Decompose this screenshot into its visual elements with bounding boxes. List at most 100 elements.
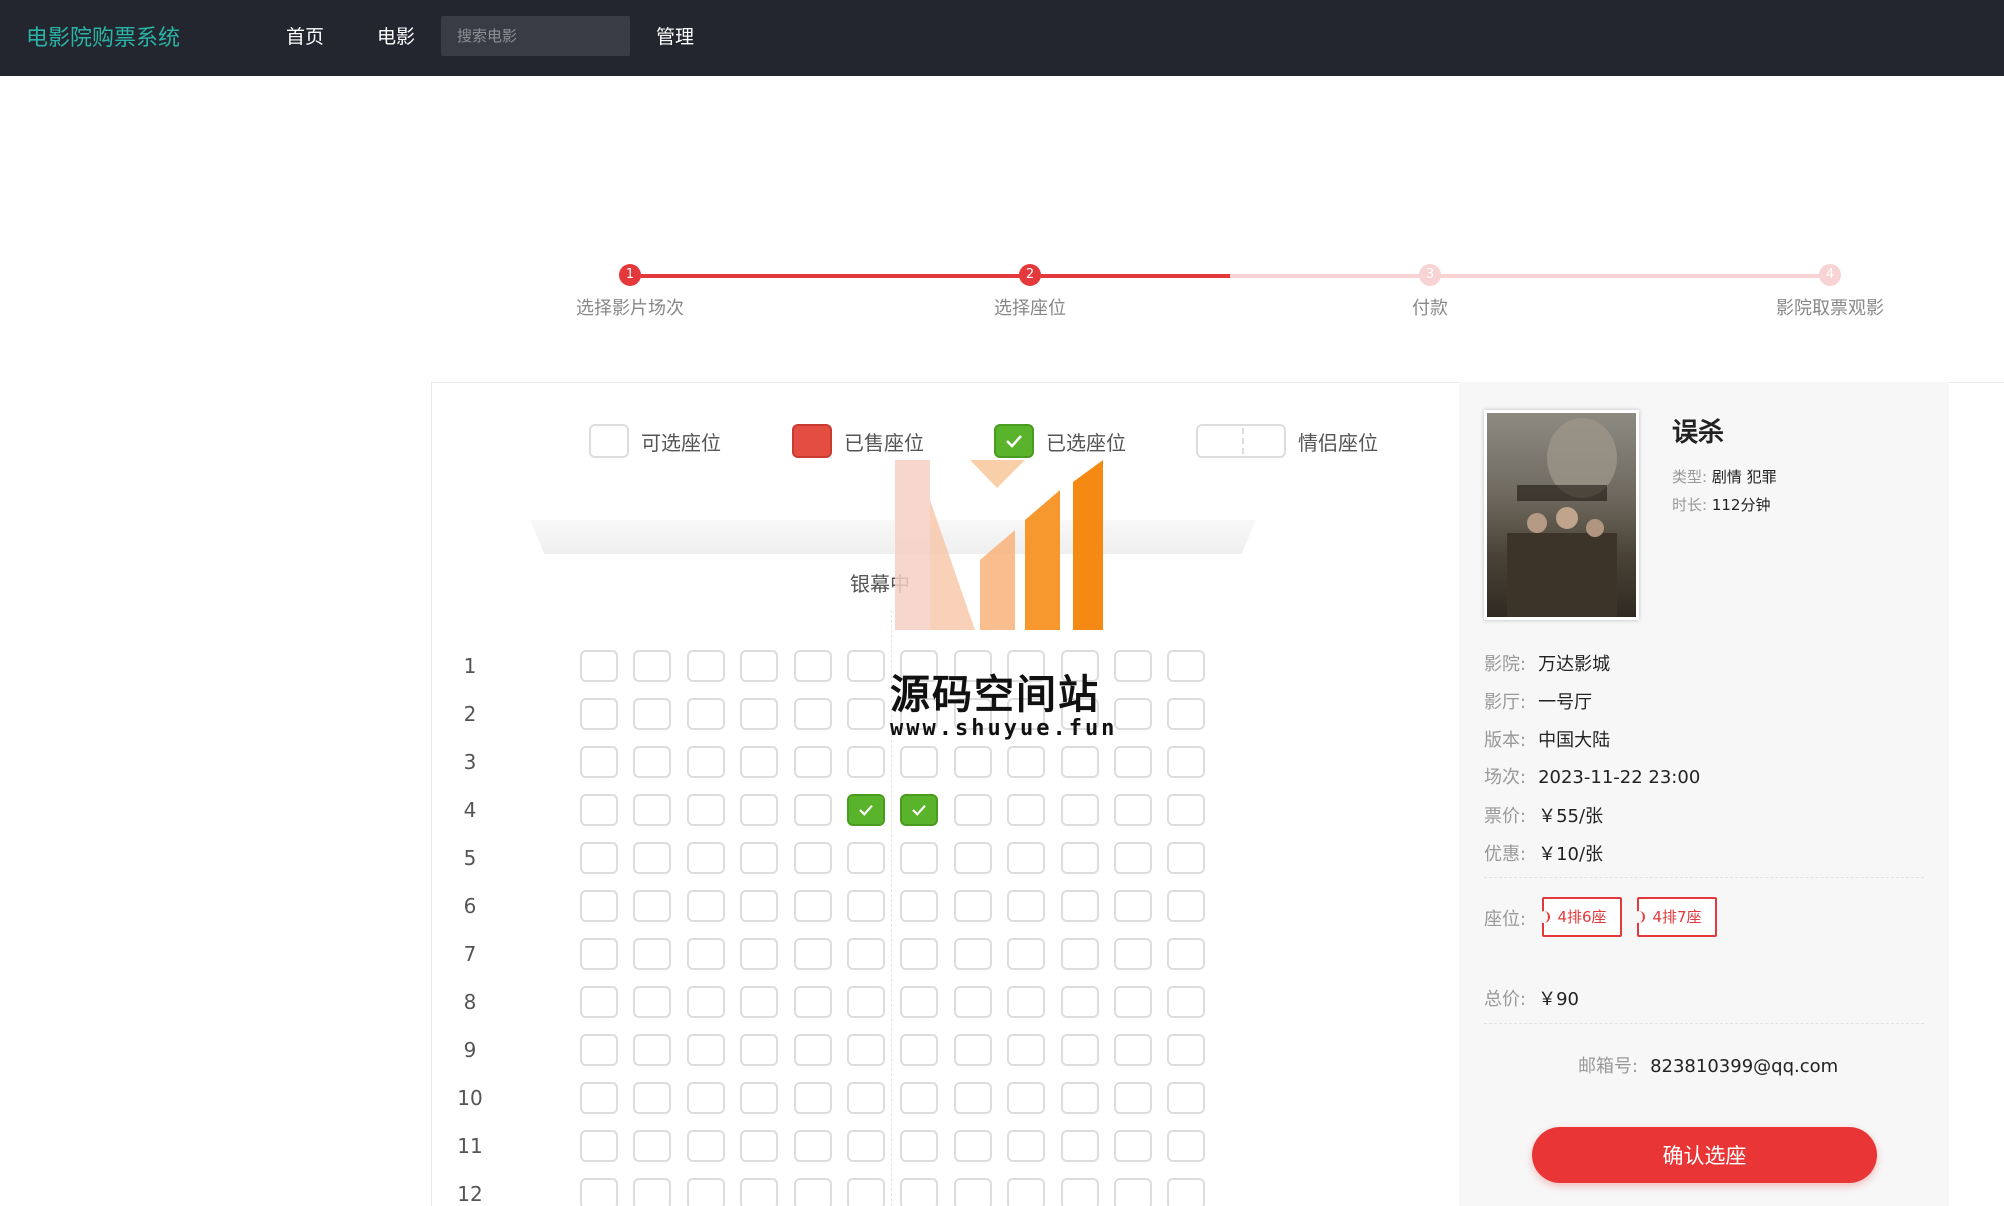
seat[interactable] (686, 650, 725, 682)
seat[interactable] (847, 794, 885, 826)
seat[interactable] (847, 1130, 885, 1162)
seat[interactable] (686, 746, 725, 778)
seat[interactable] (1060, 794, 1099, 826)
seat[interactable] (953, 938, 992, 970)
seat[interactable] (793, 1130, 832, 1162)
seat[interactable] (1007, 986, 1046, 1018)
seat[interactable] (1167, 986, 1206, 1018)
seat[interactable] (686, 842, 725, 874)
seat[interactable] (953, 842, 992, 874)
seat[interactable] (1167, 1178, 1206, 1206)
seat[interactable] (580, 890, 618, 922)
seat[interactable] (1167, 842, 1206, 874)
seat[interactable] (793, 986, 832, 1018)
seat[interactable] (1167, 890, 1206, 922)
seat[interactable] (1167, 1034, 1206, 1066)
seat[interactable] (1007, 938, 1046, 970)
seat[interactable] (793, 938, 832, 970)
seat[interactable] (633, 794, 672, 826)
seat[interactable] (580, 842, 618, 874)
seat[interactable] (1114, 650, 1152, 682)
seat[interactable] (1114, 1034, 1152, 1066)
seat[interactable] (1167, 1130, 1206, 1162)
nav-admin[interactable]: 管理 (656, 22, 694, 49)
seat[interactable] (1167, 698, 1206, 730)
seat[interactable] (1007, 890, 1046, 922)
seat[interactable] (686, 1034, 725, 1066)
seat[interactable] (633, 698, 672, 730)
seat[interactable] (1167, 650, 1206, 682)
seat[interactable] (740, 1082, 779, 1114)
seat[interactable] (900, 938, 939, 970)
seat[interactable] (953, 986, 992, 1018)
seat[interactable] (580, 1130, 618, 1162)
nav-movies[interactable]: 电影 (377, 22, 415, 49)
seat[interactable] (847, 1082, 885, 1114)
seat[interactable] (633, 986, 672, 1018)
seat[interactable] (1167, 746, 1206, 778)
seat[interactable] (633, 1178, 672, 1206)
seat[interactable] (953, 1034, 992, 1066)
seat[interactable] (793, 794, 832, 826)
seat[interactable] (793, 650, 832, 682)
seat[interactable] (900, 746, 939, 778)
seat[interactable] (686, 890, 725, 922)
seat[interactable] (740, 794, 779, 826)
seat[interactable] (1060, 890, 1099, 922)
seat[interactable] (580, 698, 618, 730)
seat[interactable] (740, 1034, 779, 1066)
seat-ticket-1[interactable]: 4排6座 (1538, 897, 1622, 937)
seat[interactable] (580, 938, 618, 970)
seat[interactable] (740, 986, 779, 1018)
seat[interactable] (900, 986, 939, 1018)
seat[interactable] (740, 890, 779, 922)
seat[interactable] (1007, 1130, 1046, 1162)
seat[interactable] (900, 890, 939, 922)
seat[interactable] (1060, 842, 1099, 874)
seat[interactable] (633, 842, 672, 874)
seat[interactable] (1060, 938, 1099, 970)
seat[interactable] (793, 890, 832, 922)
seat[interactable] (580, 794, 618, 826)
seat[interactable] (847, 890, 885, 922)
seat[interactable] (633, 890, 672, 922)
seat[interactable] (900, 1082, 939, 1114)
seat[interactable] (580, 650, 618, 682)
seat[interactable] (1060, 1130, 1099, 1162)
seat[interactable] (1060, 1082, 1099, 1114)
seat[interactable] (1114, 1178, 1152, 1206)
seat[interactable] (793, 698, 832, 730)
seat[interactable] (793, 1178, 832, 1206)
seat[interactable] (686, 698, 725, 730)
seat[interactable] (1114, 1130, 1152, 1162)
seat[interactable] (847, 650, 885, 682)
seat[interactable] (900, 794, 939, 826)
seat[interactable] (847, 842, 885, 874)
seat[interactable] (740, 842, 779, 874)
seat[interactable] (1114, 986, 1152, 1018)
seat[interactable] (1114, 890, 1152, 922)
seat[interactable] (1007, 794, 1046, 826)
seat[interactable] (1167, 1082, 1206, 1114)
seat[interactable] (580, 1082, 618, 1114)
seat[interactable] (686, 1130, 725, 1162)
seat[interactable] (740, 1178, 779, 1206)
seat[interactable] (1114, 1082, 1152, 1114)
seat[interactable] (847, 938, 885, 970)
seat[interactable] (847, 698, 885, 730)
seat[interactable] (847, 1178, 885, 1206)
nav-home[interactable]: 首页 (286, 22, 324, 49)
seat[interactable] (1060, 746, 1099, 778)
seat[interactable] (900, 1034, 939, 1066)
seat[interactable] (633, 1082, 672, 1114)
seat[interactable] (740, 698, 779, 730)
seat[interactable] (793, 842, 832, 874)
seat[interactable] (953, 890, 992, 922)
seat[interactable] (793, 1034, 832, 1066)
seat[interactable] (686, 1082, 725, 1114)
seat[interactable] (953, 1082, 992, 1114)
seat[interactable] (953, 1178, 992, 1206)
seat[interactable] (847, 746, 885, 778)
seat[interactable] (1114, 938, 1152, 970)
seat[interactable] (1114, 746, 1152, 778)
